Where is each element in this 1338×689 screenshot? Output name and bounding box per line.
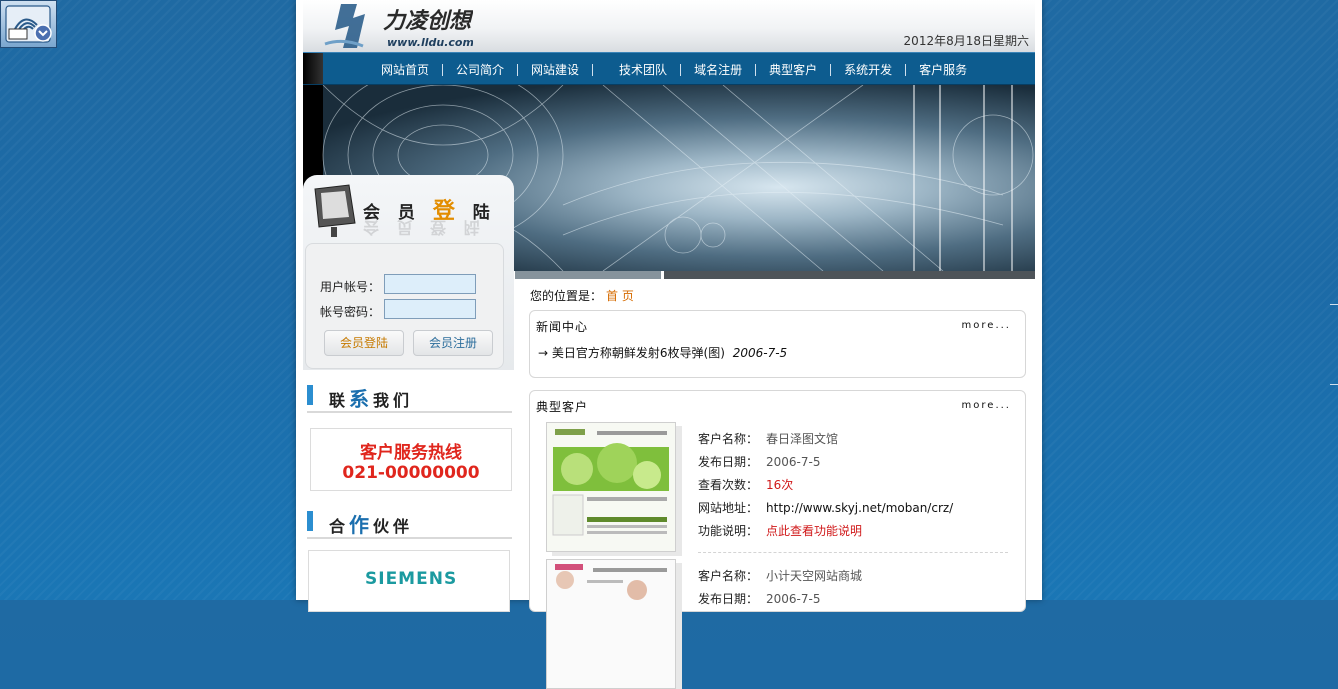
- client-thumbnail[interactable]: [546, 422, 676, 552]
- nav-left-bar: [303, 53, 323, 84]
- sidebar: 会 员 登 陆 会 员 登 陆 用户帐号： 帐号密码： 会员登陆 会员注册 联系…: [303, 175, 514, 612]
- client-url-row: 网站地址： http://www.skyj.net/moban/crz/: [698, 501, 954, 515]
- username-row: 用户帐号：: [320, 274, 476, 295]
- login-title-reflection: 会 员 登 陆: [363, 218, 486, 237]
- service-hotline: 客户服务热线 021-00000000: [310, 428, 512, 491]
- breadcrumb-current[interactable]: 首 页: [606, 289, 634, 303]
- logo-text: 力凌创想: [383, 8, 473, 34]
- main-nav: 网站首页 公司简介 网站建设 技术团队 域名注册 典型客户 系统开发 客户服务: [303, 52, 1035, 85]
- client-desc-link[interactable]: 点此查看功能说明: [766, 524, 862, 538]
- desktop-shortcut-icon[interactable]: [0, 0, 57, 48]
- nav-item-service[interactable]: 客户服务: [919, 61, 967, 78]
- client-name-row: 客户名称： 春日泽图文馆: [698, 432, 839, 446]
- partner-logo-siemens[interactable]: SIEMENS: [308, 550, 510, 612]
- client-details: 客户名称： 小计天空网站商城 发布日期： 2006-7-5: [698, 567, 862, 613]
- nav-item-website[interactable]: 网站建设: [531, 61, 619, 78]
- username-label: 用户帐号：: [320, 280, 381, 294]
- nav-item-clients[interactable]: 典型客户: [769, 61, 844, 78]
- nav-item-domain[interactable]: 域名注册: [694, 61, 769, 78]
- hotline-label: 客户服务热线: [360, 443, 462, 463]
- client-name-row: 客户名称： 小计天空网站商城: [698, 569, 863, 583]
- current-date: 2012年8月18日星期六: [903, 34, 1029, 48]
- clients-title: 典型客户: [536, 400, 589, 414]
- nav-item-home[interactable]: 网站首页: [381, 61, 456, 78]
- news-more-link[interactable]: more...: [962, 320, 1011, 331]
- clients-more-link[interactable]: more...: [962, 400, 1011, 411]
- register-button[interactable]: 会员注册: [413, 330, 493, 356]
- login-button[interactable]: 会员登陆: [324, 330, 404, 356]
- nav-item-team[interactable]: 技术团队: [619, 61, 694, 78]
- client-url-link[interactable]: http://www.skyj.net/moban/crz/: [766, 501, 953, 515]
- nav-item-system[interactable]: 系统开发: [844, 61, 919, 78]
- monitor-icon: [314, 184, 356, 237]
- news-item[interactable]: → 美日官方称朝鲜发射6枚导弹(图) 2006-7-5: [538, 344, 787, 361]
- logo-url: www.lldu.com: [387, 36, 473, 49]
- typical-clients-box: 典型客户 more... 客户名称： 春日泽图文馆 发布日期： 2006-7-5…: [529, 390, 1026, 689]
- partners-heading: 合作伙伴: [307, 505, 512, 539]
- page-container: 力凌创想 www.lldu.com 2012年8月18日星期六 网站首页 公司简…: [296, 0, 1042, 689]
- hotline-number: 021-00000000: [342, 463, 480, 483]
- site-header: 力凌创想 www.lldu.com 2012年8月18日星期六: [303, 0, 1035, 52]
- edge-tick: [1330, 384, 1338, 385]
- username-input[interactable]: [384, 274, 476, 294]
- news-title: 新闻中心: [536, 320, 589, 334]
- client-thumbnail[interactable]: [546, 559, 676, 689]
- news-center-box: 新闻中心 more... → 美日官方称朝鲜发射6枚导弹(图) 2006-7-5: [529, 310, 1026, 378]
- password-label: 帐号密码：: [320, 305, 381, 319]
- contact-us-heading: 联系我们: [307, 379, 512, 413]
- member-login-panel: 会 员 登 陆 会 员 登 陆 用户帐号： 帐号密码： 会员登陆 会员注册: [303, 175, 514, 370]
- client-date-row: 发布日期： 2006-7-5: [698, 592, 821, 606]
- nav-item-about[interactable]: 公司简介: [456, 61, 531, 78]
- password-input[interactable]: [384, 299, 476, 319]
- main-content: 您的位置是：首 页 新闻中心 more... → 美日官方称朝鲜发射6枚导弹(图…: [515, 271, 1035, 689]
- client-views-row: 查看次数： 16次: [698, 478, 794, 492]
- client-date-row: 发布日期： 2006-7-5: [698, 455, 821, 469]
- site-logo[interactable]: 力凌创想 www.lldu.com: [313, 0, 474, 52]
- password-row: 帐号密码：: [320, 299, 476, 320]
- client-desc-row: 功能说明： 点此查看功能说明: [698, 524, 863, 538]
- client-details: 客户名称： 春日泽图文馆 发布日期： 2006-7-5 查看次数： 16次 网站地址：…: [698, 430, 953, 545]
- edge-tick: [1330, 304, 1338, 305]
- breadcrumb: 您的位置是：首 页: [530, 289, 634, 303]
- login-form: 用户帐号： 帐号密码： 会员登陆 会员注册: [305, 243, 504, 369]
